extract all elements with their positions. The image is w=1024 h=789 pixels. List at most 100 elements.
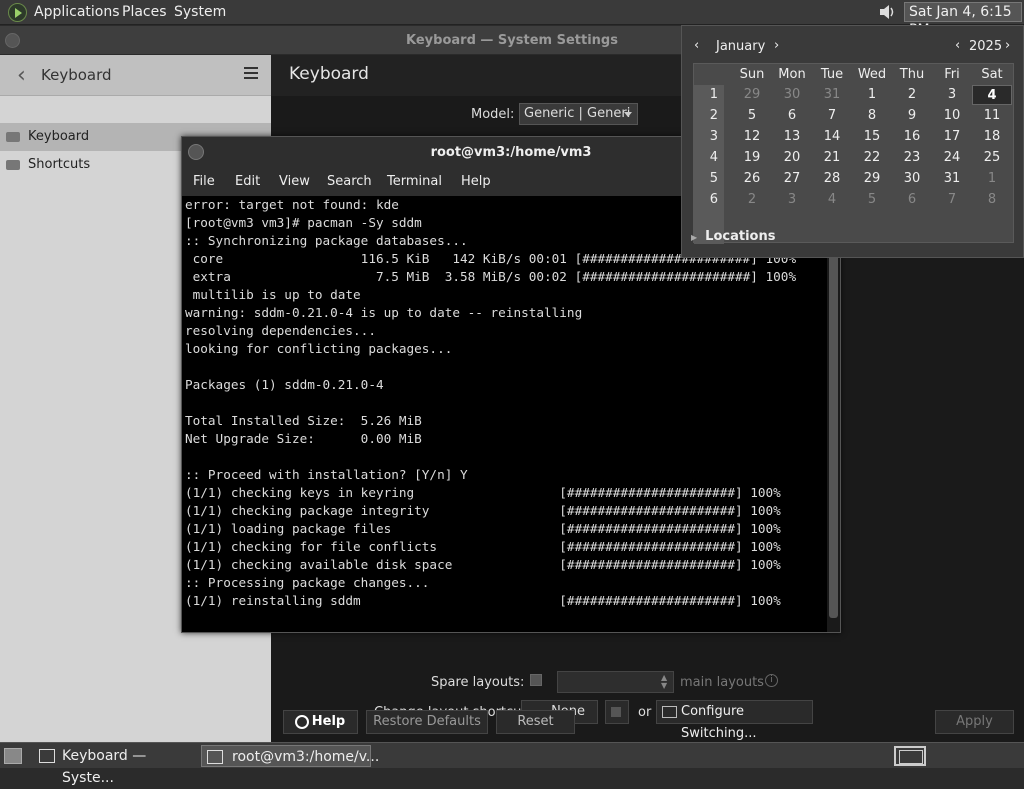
calendar-day[interactable]: 8 <box>852 106 892 126</box>
next-month-icon[interactable]: › <box>774 38 779 53</box>
calendar-day[interactable]: 10 <box>932 106 972 126</box>
calendar-day[interactable]: 29 <box>732 85 772 105</box>
calendar-day[interactable]: 8 <box>972 190 1012 210</box>
calendar-day[interactable]: 2 <box>732 190 772 210</box>
calendar-day[interactable]: 1 <box>972 169 1012 189</box>
spin-arrows-icon[interactable]: ▲ ▼ <box>661 674 671 690</box>
reset-button[interactable]: Reset <box>496 710 575 734</box>
clock[interactable]: Sat Jan 4, 6:15 PM <box>904 2 1022 38</box>
calendar-day[interactable]: 28 <box>812 169 852 189</box>
menu-help[interactable]: Help <box>461 174 491 189</box>
menu-terminal[interactable]: Terminal <box>387 174 442 189</box>
places-menu[interactable]: Places <box>122 4 167 20</box>
week-number: 6 <box>709 192 718 207</box>
info-icon: i <box>765 674 778 687</box>
next-year-icon[interactable]: › <box>1005 38 1010 53</box>
calendar-day[interactable]: 31 <box>932 169 972 189</box>
hamburger-menu-icon[interactable] <box>244 67 258 81</box>
prev-year-icon[interactable]: ‹ <box>955 38 960 53</box>
menu-search[interactable]: Search <box>327 174 372 189</box>
sidebar-item-label: Shortcuts <box>28 157 91 172</box>
task-terminal[interactable]: root@vm3:/home/v... <box>201 745 379 767</box>
workspace-switcher[interactable] <box>894 746 926 766</box>
sidebar-header: ‹ Keyboard <box>0 55 271 96</box>
calendar-day[interactable]: 15 <box>852 127 892 147</box>
calendar-day[interactable]: 30 <box>892 169 932 189</box>
calendar-day[interactable]: 19 <box>732 148 772 168</box>
calendar-day[interactable]: 2 <box>892 85 932 105</box>
week-number: 3 <box>709 129 718 144</box>
terminal-icon <box>207 750 223 764</box>
system-menu[interactable]: System <box>174 4 226 20</box>
scrollbar-thumb[interactable] <box>829 198 838 618</box>
help-button[interactable]: Help <box>283 710 358 734</box>
calendar-day[interactable]: 3 <box>772 190 812 210</box>
calendar-day[interactable]: 12 <box>732 127 772 147</box>
terminal-output[interactable]: error: target not found: kde [root@vm3 vm… <box>185 196 825 629</box>
terminal-line: extra 7.5 MiB 3.58 MiB/s 00:02 [########… <box>185 269 797 284</box>
calendar-day[interactable]: 5 <box>852 190 892 210</box>
calendar-day[interactable]: 31 <box>812 85 852 105</box>
day-of-week-header: Sat <box>981 67 1003 82</box>
calendar-day[interactable]: 1 <box>852 85 892 105</box>
calendar-day[interactable]: 6 <box>892 190 932 210</box>
calendar-day[interactable]: 9 <box>892 106 932 126</box>
menu-edit[interactable]: Edit <box>235 174 260 189</box>
calendar-day[interactable]: 23 <box>892 148 932 168</box>
calendar-popup: ‹ January › ‹ 2025 › 123456 Sun Mon Tue Wed… <box>681 25 1024 258</box>
calendar-day[interactable]: 6 <box>772 106 812 126</box>
top-panel: Applications Places System Sat Jan 4, 6:… <box>0 0 1024 38</box>
task-keyboard-settings[interactable]: Keyboard — Syste... <box>34 745 194 786</box>
terminal-line: multilib is up to date <box>185 287 361 302</box>
spare-layouts-spinbox[interactable]: ▲ ▼ <box>557 671 674 693</box>
calendar-day[interactable]: 22 <box>852 148 892 168</box>
calendar-day[interactable]: 7 <box>812 106 852 126</box>
calendar-day[interactable]: 25 <box>972 148 1012 168</box>
calendar-day[interactable]: 17 <box>932 127 972 147</box>
apply-button[interactable]: Apply <box>935 710 1014 734</box>
distro-logo-icon[interactable] <box>8 3 27 22</box>
calendar-day[interactable]: 16 <box>892 127 932 147</box>
calendar-day[interactable]: 21 <box>812 148 852 168</box>
configure-switching-button[interactable]: Configure Switching... <box>656 700 813 741</box>
menu-file[interactable]: File <box>193 174 215 189</box>
calendar-day[interactable]: 20 <box>772 148 812 168</box>
back-arrow-icon[interactable]: ‹ <box>17 63 37 88</box>
calendar-day[interactable]: 7 <box>932 190 972 210</box>
day-of-week-header: Sun <box>739 67 765 82</box>
sidebar-item-label: Keyboard <box>28 129 90 144</box>
or-label: or <box>638 705 652 720</box>
calendar-day[interactable]: 3 <box>932 85 972 105</box>
prev-month-icon[interactable]: ‹ <box>694 38 699 53</box>
calendar-day[interactable]: 11 <box>972 106 1012 126</box>
page-title: Keyboard <box>289 64 369 84</box>
calendar-day[interactable]: 13 <box>772 127 812 147</box>
volume-icon[interactable] <box>878 3 896 21</box>
calendar-day[interactable]: 29 <box>852 169 892 189</box>
taskbar: Keyboard — Syste... root@vm3:/home/v... <box>0 742 1024 786</box>
clear-shortcut-button[interactable] <box>605 700 629 724</box>
calendar-day[interactable]: 5 <box>732 106 772 126</box>
spare-layouts-checkbox[interactable] <box>530 674 542 686</box>
window-menu-icon[interactable] <box>5 33 20 48</box>
calendar-day[interactable]: 26 <box>732 169 772 189</box>
terminal-scrollbar[interactable] <box>827 196 840 632</box>
calendar-day[interactable]: 4 <box>972 85 1012 105</box>
calendar-day[interactable]: 30 <box>772 85 812 105</box>
locations-expander[interactable]: ▶ Locations <box>691 229 775 244</box>
window-menu-icon[interactable] <box>188 144 204 160</box>
model-select[interactable]: Generic | Generi <box>519 103 638 125</box>
calendar-day[interactable]: 27 <box>772 169 812 189</box>
terminal-line: (1/1) checking for file conflicts [#####… <box>185 539 781 554</box>
restore-defaults-button[interactable]: Restore Defaults <box>366 710 488 734</box>
applications-menu[interactable]: Applications <box>34 4 120 20</box>
menu-view[interactable]: View <box>279 174 310 189</box>
week-number: 2 <box>709 108 718 123</box>
show-desktop-icon[interactable] <box>4 748 22 764</box>
calendar-day[interactable]: 18 <box>972 127 1012 147</box>
calendar-day[interactable]: 14 <box>812 127 852 147</box>
calendar-day[interactable]: 4 <box>812 190 852 210</box>
calendar-day[interactable]: 24 <box>932 148 972 168</box>
